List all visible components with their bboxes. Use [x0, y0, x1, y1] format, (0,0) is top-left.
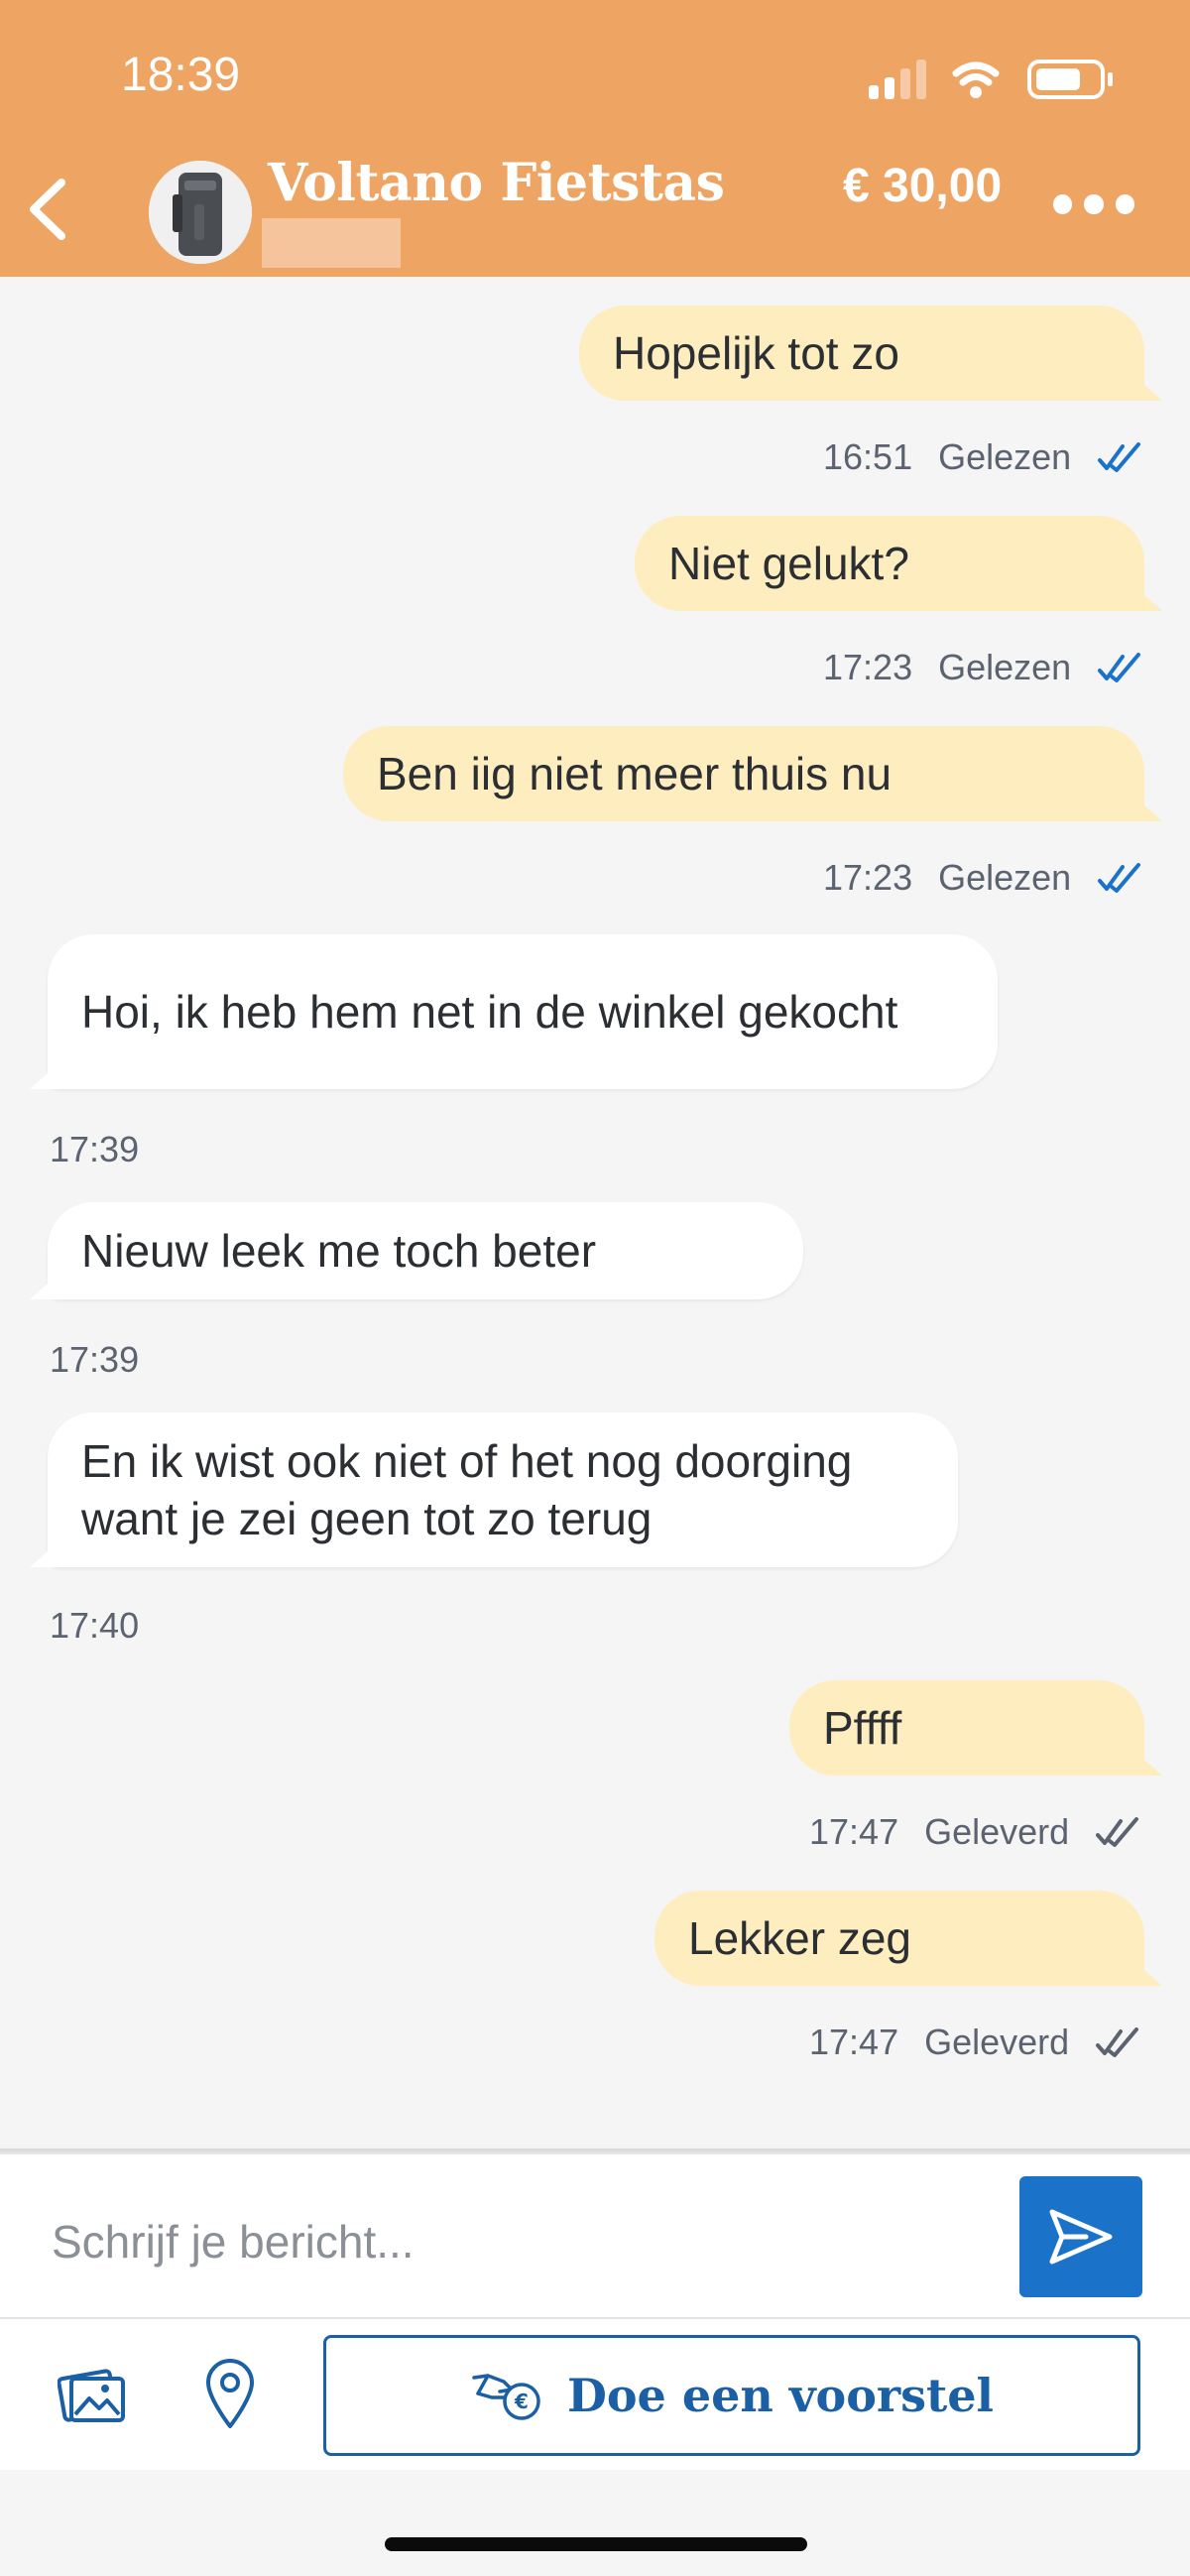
delivered-check-icon [1096, 2027, 1139, 2057]
message-text-line: want je zei geen tot zo terug [81, 1493, 653, 1544]
read-check-icon [1098, 442, 1141, 472]
message-meta: 17:39 [50, 1129, 139, 1170]
make-offer-label: Doe een voorstel [566, 2369, 995, 2422]
message-bubble-outgoing[interactable]: Niet gelukt? [635, 516, 1144, 611]
message-text: Nieuw leek me toch beter [81, 1225, 597, 1277]
message-bubble-outgoing[interactable]: Ben iig niet meer thuis nu [343, 726, 1144, 821]
message-time: 17:39 [50, 1129, 140, 1169]
message-time: 17:47 [809, 1811, 899, 1852]
listing-price: € 30,00 [843, 160, 1003, 212]
message-meta: 17:47 Geleverd [809, 2022, 1140, 2063]
message-status: Gelezen [938, 857, 1072, 898]
make-offer-button[interactable]: € Doe een voorstel [323, 2335, 1140, 2456]
message-time: 17:23 [823, 647, 913, 687]
message-time: 16:51 [823, 436, 913, 477]
message-meta: 17:23 Gelezen [823, 647, 1142, 688]
back-icon[interactable] [22, 175, 77, 244]
delivered-check-icon [1096, 1817, 1139, 1847]
message-text-line: En ik wist ook niet of het nog doorging [81, 1435, 853, 1487]
send-icon [1049, 2209, 1113, 2265]
offer-hand-icon: € [472, 2374, 540, 2420]
home-indicator [385, 2537, 807, 2551]
message-text: Lekker zeg [688, 1912, 912, 1964]
message-bubble-incoming[interactable]: Hoi, ik heb hem net in de winkel gekocht [48, 934, 998, 1089]
chat-title[interactable]: Voltano Fietstas [268, 153, 725, 213]
message-meta: 17:40 [50, 1605, 139, 1647]
product-thumbnail [149, 161, 252, 264]
status-time: 18:39 [121, 49, 241, 101]
gallery-icon[interactable] [58, 2365, 127, 2424]
svg-text:€: € [514, 2390, 529, 2413]
location-icon[interactable] [204, 2357, 256, 2430]
status-icons [869, 60, 1113, 99]
message-text: Hoi, ik heb hem net in de winkel gekocht [81, 986, 898, 1038]
message-text: Niet gelukt? [668, 538, 909, 589]
message-meta: 17:39 [50, 1339, 139, 1381]
chat-header: 18:39 Voltano Fietstas € 30,00 [0, 0, 1190, 277]
message-status: Gelezen [938, 436, 1072, 477]
more-icon[interactable] [1053, 194, 1134, 224]
avatar[interactable] [149, 161, 252, 264]
message-text: Hopelijk tot zo [613, 327, 899, 379]
message-bubble-outgoing[interactable]: Lekker zeg [654, 1891, 1144, 1986]
read-check-icon [1098, 863, 1141, 893]
message-bubble-incoming[interactable]: En ik wist ook niet of het nog doorging … [48, 1412, 958, 1567]
message-status: Gelezen [938, 647, 1072, 687]
message-time: 17:40 [50, 1605, 140, 1646]
redacted-subtitle [262, 218, 401, 268]
message-time: 17:23 [823, 857, 913, 898]
message-time: 17:47 [809, 2022, 899, 2062]
message-bubble-outgoing[interactable]: Pffff [789, 1680, 1144, 1776]
message-status: Geleverd [924, 2022, 1070, 2062]
message-input[interactable] [50, 2210, 986, 2273]
message-meta: 17:23 Gelezen [823, 857, 1142, 899]
message-time: 17:39 [50, 1339, 140, 1380]
message-bubble-outgoing[interactable]: Hopelijk tot zo [579, 306, 1144, 401]
message-bubble-incoming[interactable]: Nieuw leek me toch beter [48, 1202, 803, 1299]
message-text: Ben iig niet meer thuis nu [377, 748, 892, 799]
read-check-icon [1098, 653, 1141, 682]
message-meta: 16:51 Gelezen [823, 436, 1142, 478]
message-meta: 17:47 Geleverd [809, 1811, 1140, 1853]
send-button[interactable] [1019, 2176, 1142, 2297]
message-text: Pffff [823, 1702, 902, 1754]
message-status: Geleverd [924, 1811, 1070, 1852]
